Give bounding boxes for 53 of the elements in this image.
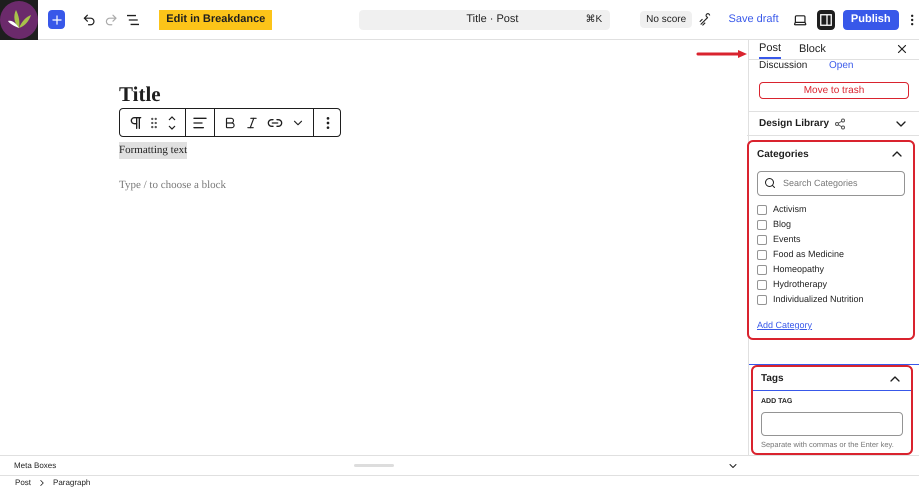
category-label: Activism xyxy=(773,204,806,216)
search-icon xyxy=(764,176,776,189)
shortcut-label: ⌘K xyxy=(585,13,602,27)
save-draft-button[interactable]: Save draft xyxy=(728,11,779,28)
edit-in-breakdance-button[interactable]: Edit in Breakdance xyxy=(159,10,272,30)
align-icon[interactable] xyxy=(192,114,208,130)
tags-heading[interactable]: Tags xyxy=(761,371,784,386)
category-label: Homeopathy xyxy=(773,263,824,276)
categories-heading[interactable]: Categories xyxy=(757,146,809,162)
add-block-button[interactable] xyxy=(48,10,66,29)
italic-icon[interactable] xyxy=(245,116,259,130)
checkbox[interactable] xyxy=(757,204,767,215)
meta-boxes-heading[interactable]: Meta Boxes xyxy=(14,460,56,472)
paragraph-icon[interactable] xyxy=(128,114,144,130)
category-label: Blog xyxy=(773,218,792,231)
score-badge: No score xyxy=(640,11,692,28)
site-logo[interactable] xyxy=(0,0,38,40)
command-bar[interactable]: Title · Post ⌘K xyxy=(359,10,610,30)
post-title[interactable]: Title xyxy=(119,84,748,105)
search-field[interactable]: Search Categories xyxy=(757,170,905,196)
checkbox[interactable] xyxy=(757,294,767,305)
category-label: Food as Medicine xyxy=(773,248,844,261)
category-label: Hydrotherapy xyxy=(773,278,828,291)
undo-icon[interactable] xyxy=(82,12,96,28)
sidebar-tab[interactable]: Block xyxy=(799,40,826,58)
breadcrumb-link[interactable]: Paragraph xyxy=(53,477,90,489)
paragraph-text[interactable]: Formatting text xyxy=(119,142,188,158)
settings-toggle-button[interactable] xyxy=(817,10,835,30)
discussion-link[interactable]: Open xyxy=(829,60,854,70)
checkbox[interactable] xyxy=(757,280,767,290)
checkbox[interactable] xyxy=(757,250,767,260)
resize-handle[interactable] xyxy=(354,464,394,467)
tag-input-field[interactable] xyxy=(761,412,903,436)
category-label: Events xyxy=(773,233,801,246)
move-to-trash-button[interactable]: Move to trash xyxy=(759,82,909,99)
share-icon xyxy=(834,118,846,130)
checkbox[interactable] xyxy=(757,234,767,245)
publish-button[interactable]: Publish xyxy=(842,10,899,30)
sidebar-tab[interactable]: Post xyxy=(759,40,782,58)
list-view-icon[interactable] xyxy=(126,14,140,26)
document-title: Title · Post xyxy=(465,12,520,28)
bold-icon[interactable] xyxy=(223,116,237,130)
discussion-label: Discussion xyxy=(759,60,808,70)
breadcrumb-link[interactable]: Post xyxy=(15,477,32,489)
checkbox[interactable] xyxy=(757,264,767,275)
block-placeholder[interactable]: Type / to choose a block xyxy=(119,177,748,194)
plus-icon xyxy=(50,12,64,26)
design-library-heading[interactable]: Design Library xyxy=(759,116,830,132)
arrow-annotation xyxy=(696,49,748,59)
checkbox[interactable] xyxy=(757,220,767,230)
move-up-down-icon[interactable] xyxy=(167,114,177,130)
add-category-link[interactable]: Add Category xyxy=(757,318,905,332)
category-label: Individualized Nutrition xyxy=(773,293,864,306)
